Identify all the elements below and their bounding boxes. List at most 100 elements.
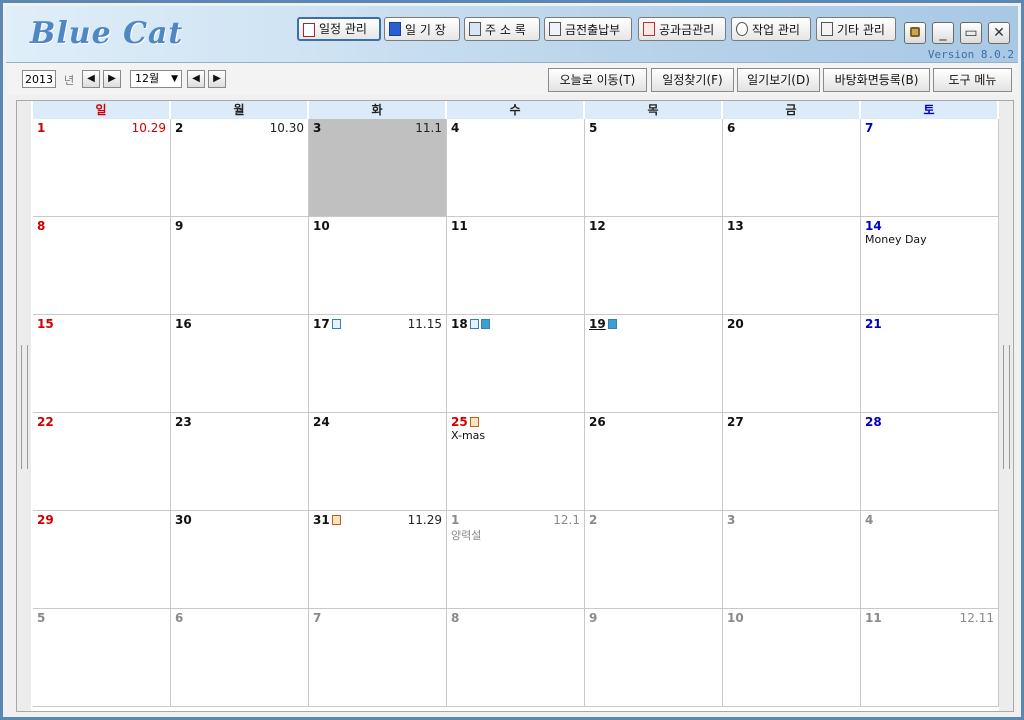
prev-month-button[interactable]: ◀ [187,70,205,88]
nav-misc-button[interactable]: 기타 관리 [816,17,896,41]
nav-ledger-button[interactable]: 금전출납부 [544,17,632,41]
maximize-icon: ▭ [964,25,978,41]
day-cell[interactable]: 3 [723,511,861,609]
left-arrow-icon: ◀ [192,73,200,84]
day-cell[interactable]: 1 12.1 양력설 [447,511,585,609]
day-number: 13 [727,219,744,233]
nav-addressbook-button[interactable]: 주 소 록 [464,17,540,41]
clock-icon [736,22,748,36]
day-number: 9 [589,611,598,625]
day-cell[interactable]: 28 [861,413,999,511]
day-cell[interactable]: 2 [585,511,723,609]
day-cell[interactable]: 24 [309,413,447,511]
day-cell[interactable]: 19 [585,315,723,413]
day-cell[interactable]: 25 X-mas [447,413,585,511]
nav-bills-button[interactable]: 공과금관리 [638,17,726,41]
day-cell[interactable]: 23 [171,413,309,511]
day-cell[interactable]: 15 [33,315,171,413]
day-number: 21 [865,317,882,331]
weekday-wed: 수 [447,101,585,119]
day-cell[interactable]: 18 [447,315,585,413]
tools-menu-button[interactable]: 도구 메뉴 [933,68,1012,92]
ledger-icon [549,22,561,36]
day-cell[interactable]: 8 [33,217,171,315]
left-splitter[interactable] [17,101,31,711]
prev-year-button[interactable]: ◀ [82,70,100,88]
day-cell[interactable]: 5 [585,119,723,217]
day-cell[interactable]: 22 [33,413,171,511]
day-number: 1 [37,121,46,135]
day-cell[interactable]: 12 [585,217,723,315]
day-cell[interactable]: 31 11.29 [309,511,447,609]
day-number: 4 [451,121,460,135]
goto-today-button[interactable]: 오늘로 이동(T) [548,68,647,92]
day-number: 16 [175,317,192,331]
desktop-register-button[interactable]: 바탕화면등록(B) [823,68,930,92]
memo-icon[interactable] [469,417,479,427]
weekday-sat: 토 [861,101,999,119]
schedule-icon[interactable] [480,319,490,329]
day-cell[interactable]: 3 11.1 [309,119,447,217]
day-cell[interactable]: 30 [171,511,309,609]
day-cell[interactable]: 29 [33,511,171,609]
schedule-icon[interactable] [331,319,341,329]
book-icon [389,22,401,36]
day-number: 22 [37,415,54,429]
day-cell[interactable]: 4 [447,119,585,217]
next-year-button[interactable]: ▶ [103,70,121,88]
version-label: Version 8.0.2 [927,48,1014,61]
day-cell[interactable]: 27 [723,413,861,511]
day-cell[interactable]: 4 [861,511,999,609]
day-number: 31 [313,513,330,527]
day-cell[interactable]: 11 12.11 [861,609,999,707]
day-cell[interactable]: 16 [171,315,309,413]
day-cell[interactable]: 6 [171,609,309,707]
day-cell[interactable]: 11 [447,217,585,315]
next-month-button[interactable]: ▶ [208,70,226,88]
day-cell[interactable]: 2 10.30 [171,119,309,217]
day-cell[interactable]: 6 [723,119,861,217]
day-number: 11 [865,611,882,625]
minimize-button[interactable]: _ [932,22,954,44]
day-cell[interactable]: 10 [723,609,861,707]
find-schedule-button[interactable]: 일정찾기(F) [651,68,734,92]
day-cell[interactable]: 14 Money Day [861,217,999,315]
day-cell[interactable]: 13 [723,217,861,315]
day-cell[interactable]: 9 [585,609,723,707]
year-input[interactable]: 2013 [22,70,56,88]
notepad-icon [821,22,833,36]
day-cell[interactable]: 10 [309,217,447,315]
nav-tasks-button[interactable]: 작업 관리 [731,17,811,41]
day-number: 19 [589,317,606,331]
day-cell[interactable]: 20 [723,315,861,413]
lock-icon [910,27,920,37]
day-cell[interactable]: 21 [861,315,999,413]
day-cell[interactable]: 7 [309,609,447,707]
maximize-button[interactable]: ▭ [960,22,982,44]
day-cell[interactable]: 17 11.15 [309,315,447,413]
nav-schedule-button[interactable]: 일정 관리 [297,17,381,41]
day-cell[interactable]: 9 [171,217,309,315]
chevron-down-icon: ▼ [171,74,178,84]
day-cell[interactable]: 7 [861,119,999,217]
month-select[interactable]: 12월 ▼ [130,70,182,88]
right-splitter[interactable] [999,101,1013,711]
day-number: 10 [727,611,744,625]
day-number: 5 [589,121,598,135]
view-diary-button[interactable]: 일기보기(D) [737,68,820,92]
year-label: 년 [64,74,75,87]
memo-icon[interactable] [331,515,341,525]
day-cell[interactable]: 5 [33,609,171,707]
lunar-date: 11.15 [407,317,442,331]
day-cell[interactable]: 26 [585,413,723,511]
nav-diary-button[interactable]: 일 기 장 [384,17,460,41]
schedule-icon[interactable] [607,319,617,329]
lock-button[interactable] [904,22,926,44]
day-number: 25 [451,415,468,429]
day-number: 6 [175,611,184,625]
schedule-icon[interactable] [469,319,479,329]
close-button[interactable]: ✕ [988,22,1010,44]
day-cell[interactable]: 8 [447,609,585,707]
day-cell[interactable]: 1 10.29 [33,119,171,217]
left-arrow-icon: ◀ [87,73,95,84]
